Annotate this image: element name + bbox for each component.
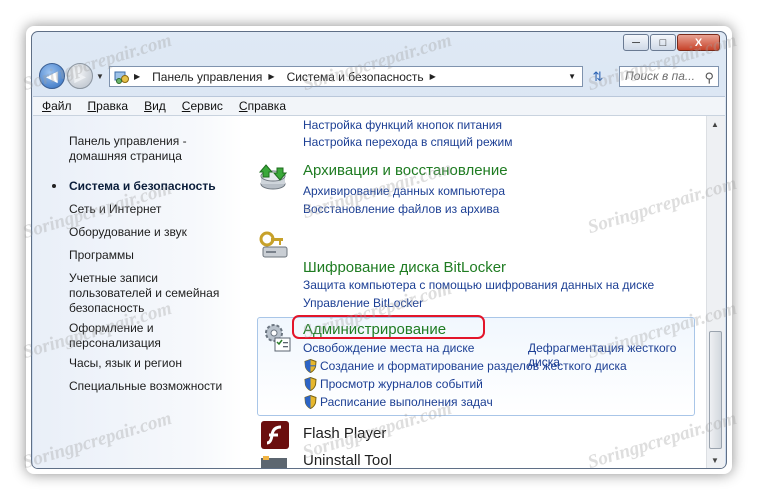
content-area: Панель управления - домашняя страница Си… — [33, 116, 725, 468]
sidebar-item-clock[interactable]: Часы, язык и регион — [69, 356, 182, 371]
bitlocker-heading[interactable]: Шифрование диска BitLocker — [303, 259, 506, 276]
arrow-right-icon: ▶ — [74, 67, 86, 84]
search-input[interactable]: Поиск в па... ⚲ — [619, 66, 719, 87]
event-logs-link[interactable]: Просмотр журналов событий — [320, 377, 483, 391]
breadcrumb-separator-icon: ▶ — [429, 72, 436, 81]
address-bar[interactable]: ▶ Панель управления ▶ Система и безопасн… — [109, 66, 583, 87]
sidebar-item-hardware[interactable]: Оборудование и звук — [69, 225, 187, 240]
minimize-button[interactable]: ─ — [623, 34, 649, 51]
refresh-button[interactable]: ⇅ — [587, 68, 609, 86]
main-panel: Настройка функций кнопок питания Настрой… — [243, 116, 705, 468]
sidebar-item-appearance[interactable]: Оформление и персонализация — [69, 321, 161, 351]
create-partitions-link[interactable]: Создание и форматирование разделов жестк… — [320, 359, 627, 373]
menu-help[interactable]: Справка — [239, 99, 286, 113]
restore-files-link[interactable]: Восстановление файлов из архива — [303, 202, 499, 216]
flash-player-heading[interactable]: Flash Player — [303, 425, 386, 442]
bitlocker-icon[interactable] — [257, 229, 289, 261]
menu-bar: Файл Правка Вид Сервис Справка — [33, 96, 725, 116]
menu-view[interactable]: Вид — [144, 99, 166, 113]
breadcrumb-system-security[interactable]: Система и безопасность — [287, 70, 424, 84]
control-panel-window: ─ □ X ◀ ▶ ▼ ▶ Панель управления ▶ Систем… — [31, 31, 727, 469]
scroll-up-icon[interactable]: ▲ — [711, 120, 719, 129]
backup-data-link[interactable]: Архивирование данных компьютера — [303, 184, 505, 198]
sidebar-accounts-line: пользователей и семейная — [69, 286, 220, 300]
control-panel-icon — [114, 71, 129, 84]
scrollbar-thumb[interactable] — [709, 331, 722, 449]
sidebar-accounts-line: безопасность — [69, 301, 145, 315]
highlight-annotation — [292, 315, 485, 339]
disk-cleanup-link[interactable]: Освобождение места на диске — [303, 341, 474, 355]
back-button[interactable]: ◀ — [39, 63, 65, 89]
breadcrumb-label: Система и безопасность — [286, 69, 424, 84]
sidebar-home-line2: домашняя страница — [69, 149, 182, 163]
caption-buttons: ─ □ X — [622, 34, 720, 51]
backup-heading[interactable]: Архивация и восстановление — [303, 162, 508, 179]
sidebar-item-home[interactable]: Панель управления - домашняя страница — [69, 134, 187, 164]
sidebar-accounts-line: Учетные записи — [69, 271, 158, 285]
maximize-button[interactable]: □ — [650, 34, 676, 51]
backup-icon[interactable] — [257, 160, 289, 192]
sidebar-item-network[interactable]: Сеть и Интернет — [69, 202, 161, 217]
close-button[interactable]: X — [677, 34, 720, 51]
menu-edit[interactable]: Правка — [88, 99, 129, 113]
administration-icon[interactable] — [261, 321, 293, 353]
sidebar-appearance-line: Оформление и — [69, 321, 154, 335]
search-icon: ⚲ — [704, 70, 714, 85]
task-scheduler-link[interactable]: Расписание выполнения задач — [320, 395, 493, 409]
manage-bitlocker-link[interactable]: Управление BitLocker — [303, 296, 423, 310]
uninstall-tool-icon[interactable] — [259, 456, 291, 468]
sidebar: Панель управления - домашняя страница Си… — [33, 116, 243, 468]
address-dropdown-icon[interactable]: ▼ — [568, 72, 576, 81]
flash-player-icon[interactable] — [261, 421, 289, 449]
search-placeholder: Поиск в па... — [625, 69, 695, 83]
breadcrumb-separator-icon: ▶ — [268, 72, 275, 81]
sidebar-item-accessibility[interactable]: Специальные возможности — [69, 379, 222, 394]
sidebar-item-system-security[interactable]: Система и безопасность — [69, 179, 216, 194]
sleep-settings-link[interactable]: Настройка перехода в спящий режим — [303, 135, 512, 149]
uninstall-tool-heading[interactable]: Uninstall Tool — [303, 452, 392, 468]
shield-icon — [304, 377, 317, 391]
sidebar-item-accounts[interactable]: Учетные записи пользователей и семейная … — [69, 271, 219, 316]
scroll-down-icon[interactable]: ▼ — [711, 456, 719, 465]
arrow-left-icon: ◀ — [46, 67, 58, 84]
recent-pages-dropdown[interactable]: ▼ — [96, 72, 104, 81]
vertical-scrollbar[interactable]: ▲ ▼ — [706, 116, 725, 468]
breadcrumb-separator-icon: ▶ — [134, 72, 141, 81]
menu-tools[interactable]: Сервис — [182, 99, 223, 113]
sidebar-home-line1: Панель управления - — [69, 134, 187, 148]
forward-button[interactable]: ▶ — [67, 63, 93, 89]
current-item-bullet-icon — [52, 184, 56, 188]
shield-icon — [304, 359, 317, 373]
sidebar-appearance-line: персонализация — [69, 336, 161, 350]
breadcrumb-control-panel[interactable]: Панель управления — [152, 70, 262, 84]
menu-file[interactable]: Файл — [42, 99, 72, 113]
power-buttons-link[interactable]: Настройка функций кнопок питания — [303, 118, 502, 132]
protect-encryption-link[interactable]: Защита компьютера с помощью шифрования д… — [303, 278, 654, 292]
shield-icon — [304, 395, 317, 409]
refresh-icon: ⇅ — [592, 69, 604, 84]
breadcrumb-label: Панель управления — [152, 69, 263, 84]
sidebar-item-programs[interactable]: Программы — [69, 248, 134, 263]
